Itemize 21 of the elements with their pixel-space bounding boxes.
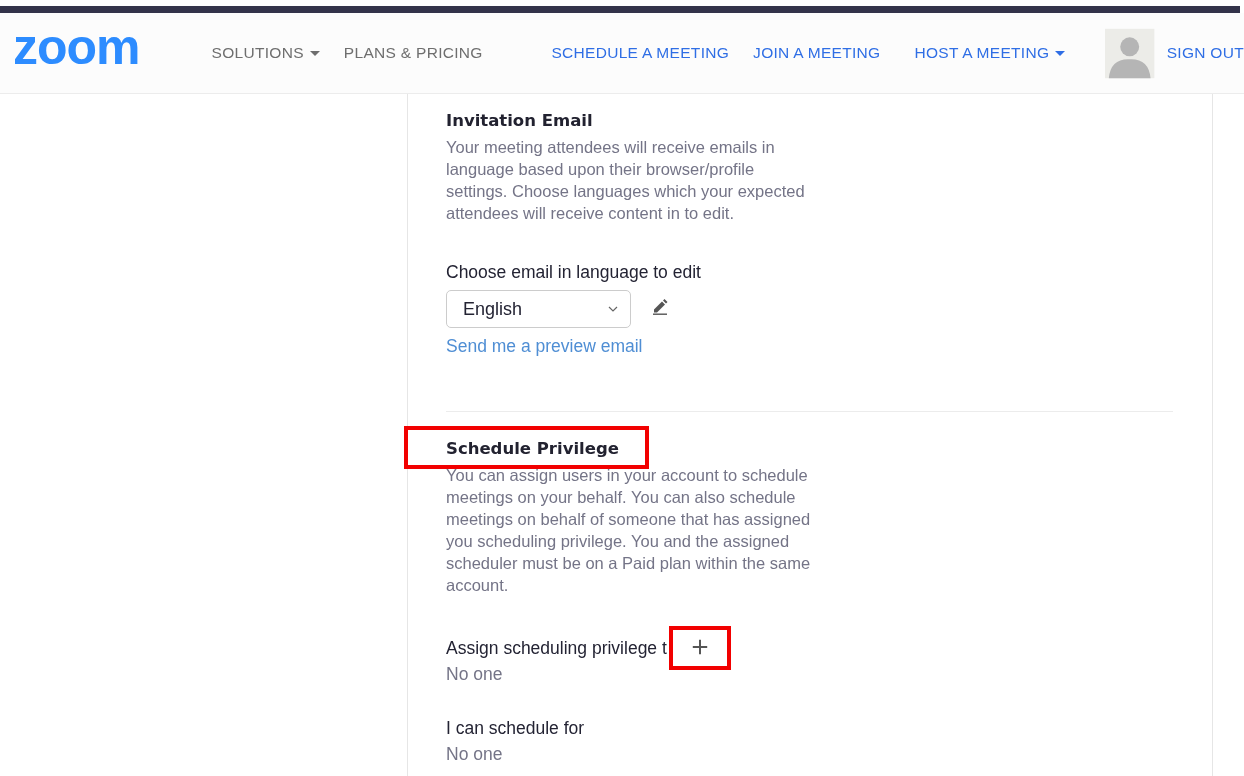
pencil-icon[interactable]	[652, 297, 668, 315]
field-value: No one	[446, 663, 504, 686]
section-title: Schedule Privilege	[446, 438, 619, 460]
nav-link[interactable]: PLANS & PRICING	[343, 44, 483, 62]
field-value: No one	[446, 743, 504, 766]
nav-link[interactable]: SCHEDULE A MEETING	[551, 44, 730, 62]
language-select[interactable]: English	[446, 290, 631, 328]
logo[interactable]: zoom	[13, 22, 140, 72]
field-label: I can schedule for	[446, 717, 586, 740]
field-label: Choose email in language to edit	[446, 261, 702, 284]
preview-email-link[interactable]: Send me a preview email	[446, 336, 1212, 357]
add-icon[interactable]	[690, 638, 709, 656]
section-description: Your meeting attendees will receive emails in language based upon their browser/profile settings. Choose languages which your expected attendees will receive content in to edit.	[446, 137, 806, 224]
section-description: You can assign users in your account to schedule meetings on your behalf. You can also schedule meetings on behalf of someone that has assigned you scheduling privilege. You and the assigned scheduler must be on a Paid plan within the same account.	[446, 465, 812, 596]
nav-link[interactable]: HOST A MEETING	[914, 44, 1066, 62]
nav-link[interactable]: JOIN A MEETING	[753, 44, 881, 62]
sign-out-link[interactable]: SIGN OUT	[1166, 44, 1244, 62]
field-label: Assign scheduling privilege t	[446, 637, 667, 660]
section-title: Invitation Email	[446, 110, 594, 132]
nav-link[interactable]: SOLUTIONS	[211, 44, 320, 62]
chevron-icon	[608, 306, 618, 312]
